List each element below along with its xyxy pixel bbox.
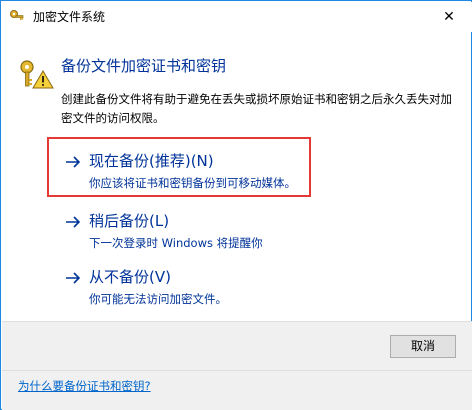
option-subtitle: 你可能无法访问加密文件。 <box>89 292 227 306</box>
description-text: 创建此备份文件将有助于避免在丢失或损坏原始证书和密钥之后永久丢失对加密文件的访问… <box>61 92 452 125</box>
option-subtitle: 下一次登录时 Windows 将提醒你 <box>89 236 263 250</box>
arrow-right-icon <box>65 154 81 170</box>
cancel-button[interactable]: 取消 <box>390 335 456 358</box>
option-subtitle: 你应该将证书和密钥备份到可移动媒体。 <box>89 176 296 190</box>
close-button[interactable]: ✕ <box>426 2 472 32</box>
efs-dialog-window: 加密文件系统 ✕ 备份文件加密证书和密钥 创建此备份文件将有助于避免在丢失或损坏… <box>0 0 472 410</box>
option-title: 稍后备份(L) <box>89 212 170 230</box>
key-icon <box>9 9 25 25</box>
option-title: 从不备份(V) <box>89 268 171 286</box>
page-title: 备份文件加密证书和密钥 <box>61 57 227 75</box>
never-backup-option[interactable]: 从不备份(V) 你可能无法访问加密文件。 <box>57 267 307 311</box>
close-icon: ✕ <box>443 9 455 25</box>
arrow-right-icon <box>65 270 81 286</box>
key-with-warning-icon <box>18 59 54 89</box>
option-title: 现在备份(推荐)(N) <box>89 152 214 170</box>
backup-now-option[interactable]: 现在备份(推荐)(N) 你应该将证书和密钥备份到可移动媒体。 <box>57 151 307 195</box>
window-title: 加密文件系统 <box>33 10 106 24</box>
footer-divider <box>2 370 472 371</box>
title-bar[interactable]: 加密文件系统 ✕ <box>2 2 472 32</box>
arrow-right-icon <box>65 214 81 230</box>
help-link[interactable]: 为什么要备份证书和密钥? <box>18 378 151 394</box>
backup-later-option[interactable]: 稍后备份(L) 下一次登录时 Windows 将提醒你 <box>57 211 307 255</box>
